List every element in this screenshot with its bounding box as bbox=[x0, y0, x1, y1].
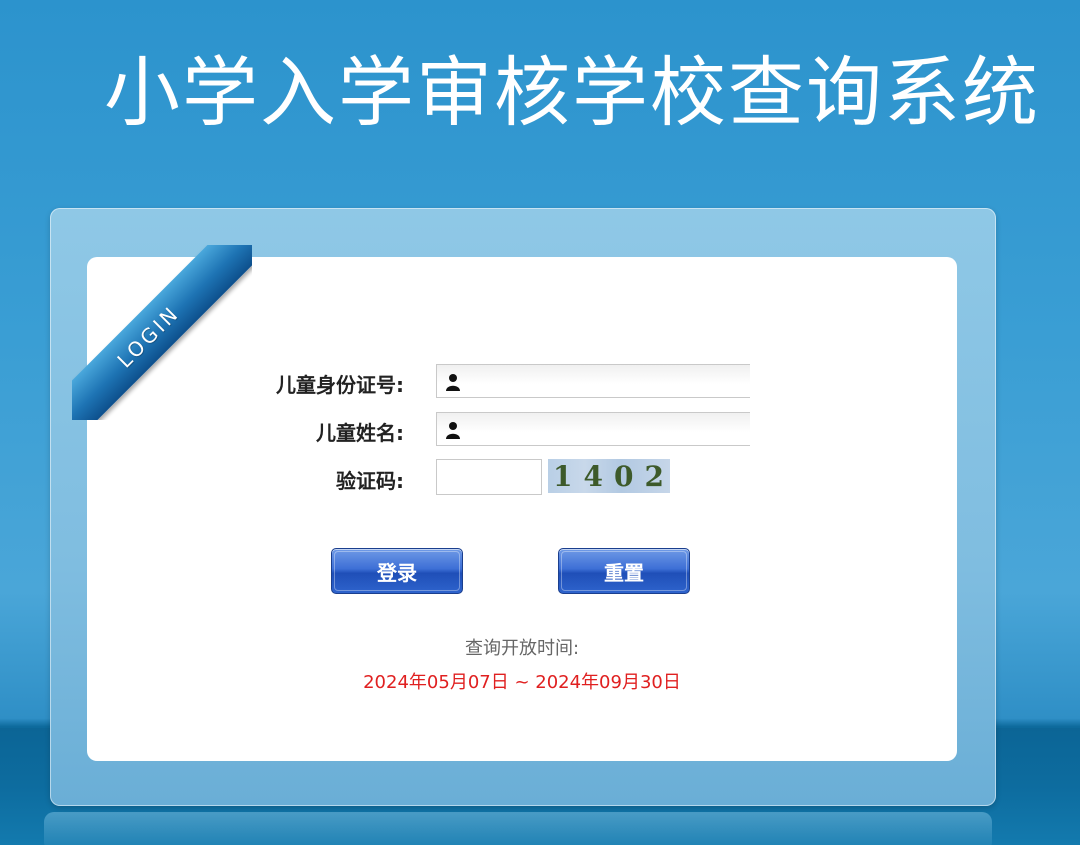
user-icon bbox=[446, 422, 460, 439]
login-button[interactable]: 登录 bbox=[331, 548, 463, 594]
child-name-label: 儿童姓名: bbox=[316, 421, 404, 445]
child-name-input[interactable] bbox=[436, 412, 750, 446]
page-title: 小学入学审核学校查询系统 bbox=[104, 48, 1040, 137]
id-number-label: 儿童身份证号: bbox=[276, 373, 404, 397]
open-time-range: 2024年05月07日 ~ 2024年09月30日 bbox=[363, 672, 681, 693]
ribbon-label: LOGIN bbox=[112, 300, 185, 373]
ribbon-banner: LOGIN bbox=[72, 245, 252, 420]
login-ribbon: LOGIN bbox=[72, 245, 252, 420]
reset-button-label: 重置 bbox=[604, 560, 644, 585]
captcha-input[interactable] bbox=[436, 459, 542, 495]
card-edge bbox=[940, 346, 954, 360]
user-icon bbox=[446, 374, 460, 391]
login-page: 小学入学审核学校查询系统 LOGIN 儿童身份证号: 儿童姓名: 验证码: 14… bbox=[0, 0, 1080, 845]
id-number-input[interactable] bbox=[436, 364, 750, 398]
panel-reflection bbox=[44, 812, 992, 845]
login-button-label: 登录 bbox=[377, 560, 417, 585]
reset-button[interactable]: 重置 bbox=[558, 548, 690, 594]
captcha-image[interactable]: 1402 bbox=[548, 459, 670, 493]
captcha-image-text: 1402 bbox=[553, 459, 670, 493]
open-time-caption: 查询开放时间: bbox=[464, 638, 580, 659]
captcha-label: 验证码: bbox=[336, 469, 404, 493]
